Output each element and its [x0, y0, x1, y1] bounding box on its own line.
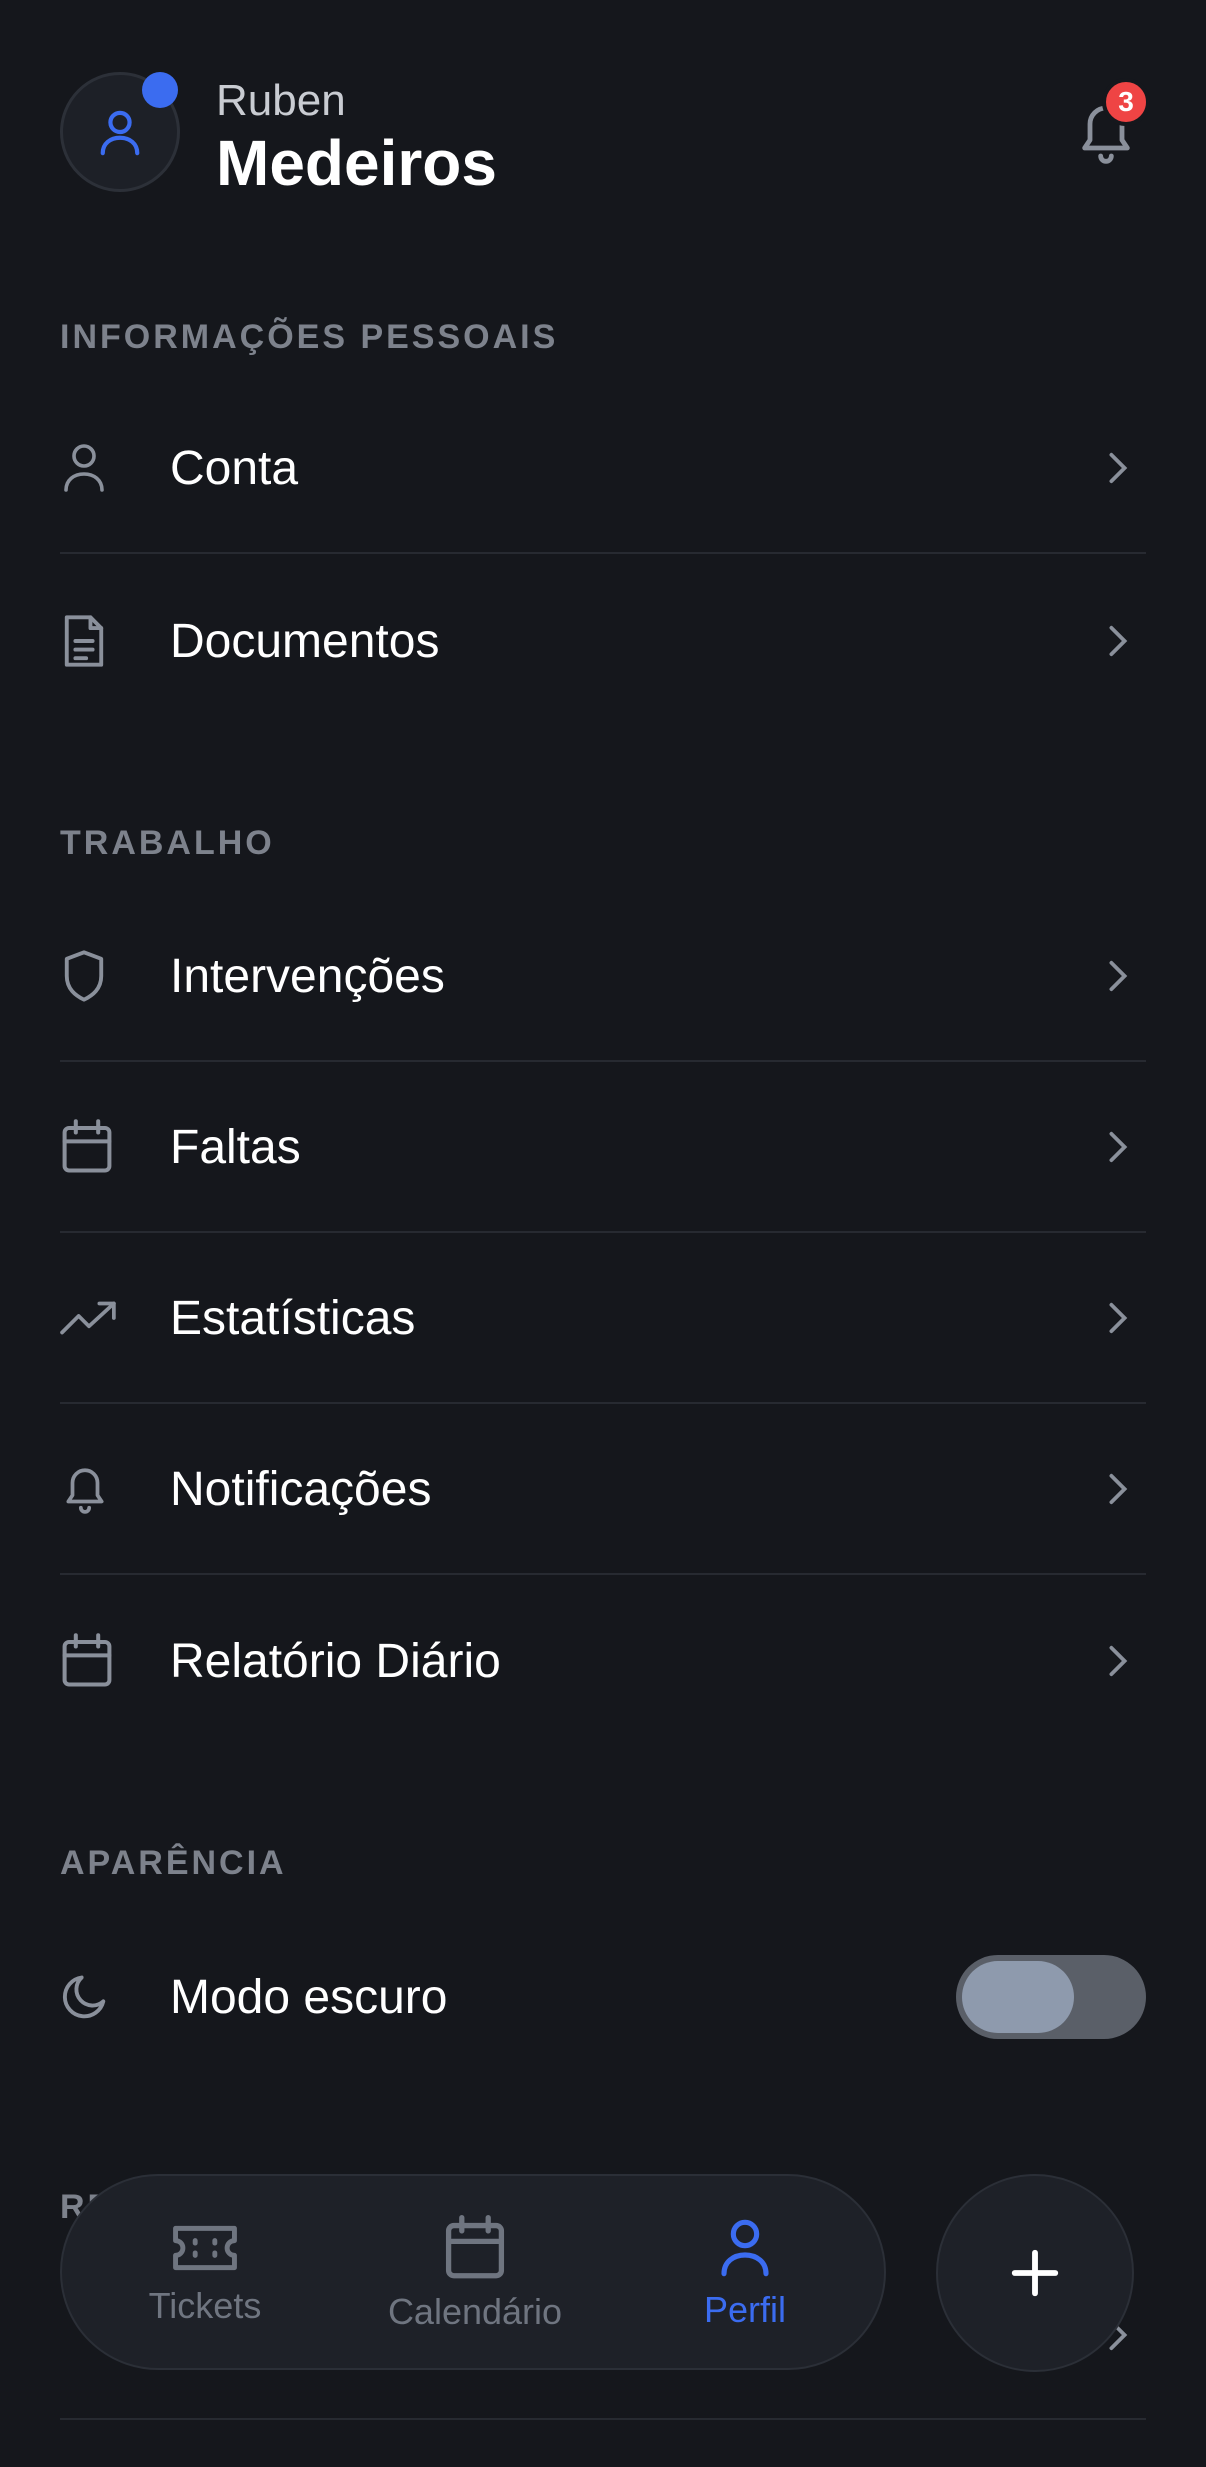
notification-badge: 3 [1102, 78, 1150, 126]
nav-label-calendar: Calendário [387, 2291, 563, 2332]
menu-item-label: Faltas [170, 1120, 301, 1174]
menu-item-label: Intervenções [170, 949, 445, 1003]
user-icon [721, 2219, 769, 2277]
chevron-right-icon [1098, 448, 1138, 488]
menu-item-documentos[interactable]: Documentos [60, 556, 1146, 726]
add-button[interactable] [936, 2174, 1134, 2372]
bottom-nav: Tickets Calendário Perfil [60, 2174, 886, 2370]
section-title-personal: INFORMAÇÕES PESSOAIS [60, 318, 559, 356]
chevron-right-icon [1098, 956, 1138, 996]
toggle-knob [962, 1961, 1074, 2033]
moon-icon [60, 1967, 120, 2027]
nav-label-profile: Perfil [703, 2289, 787, 2330]
dark-mode-row: Modo escuro [60, 1912, 1146, 2082]
chevron-right-icon [1098, 1298, 1138, 1338]
section-title-appearance: APARÊNCIA [60, 1844, 287, 1882]
nav-tab-calendar[interactable]: Calendário [350, 2176, 600, 2372]
menu-item-label: Notificações [170, 1462, 432, 1516]
calendar-icon [445, 2215, 505, 2279]
section-title-work: TRABALHO [60, 824, 275, 862]
chevron-right-icon [1098, 1469, 1138, 1509]
dark-mode-toggle[interactable] [956, 1955, 1146, 2039]
document-icon [60, 611, 120, 671]
profile-header: Ruben Medeiros 3 [60, 72, 1150, 199]
user-first-name: Ruben [216, 76, 346, 125]
user-icon [100, 110, 140, 156]
menu-item-relatorio-diario[interactable]: Relatório Diário [60, 1576, 1146, 1746]
nav-tab-tickets[interactable]: Tickets [80, 2176, 330, 2372]
calendar-icon [60, 1631, 120, 1691]
menu-item-label: Conta [170, 441, 299, 495]
menu-item-conta[interactable]: Conta [60, 384, 1146, 554]
menu-item-label: Documentos [170, 614, 440, 668]
menu-item-estatisticas[interactable]: Estatísticas [60, 1234, 1146, 1404]
menu-item-notificacoes[interactable]: Notificações [60, 1405, 1146, 1575]
menu-item-label: Relatório Diário [170, 1634, 501, 1688]
nav-label-tickets: Tickets [148, 2285, 262, 2326]
chevron-right-icon [1098, 621, 1138, 661]
notifications-button[interactable]: 3 [1066, 78, 1150, 172]
user-last-name: Medeiros [216, 127, 497, 199]
ticket-icon [173, 2225, 237, 2271]
trending-up-icon [60, 1288, 120, 1348]
menu-item-intervencoes[interactable]: Intervenções [60, 892, 1146, 1062]
plus-icon [1011, 2249, 1059, 2297]
nav-tab-profile[interactable]: Perfil [620, 2176, 870, 2372]
chevron-right-icon [1098, 1127, 1138, 1167]
bell-icon [60, 1459, 120, 1519]
shield-icon [60, 946, 120, 1006]
menu-item-label: Estatísticas [170, 1291, 416, 1345]
chevron-right-icon [1098, 1641, 1138, 1681]
user-icon [60, 438, 120, 498]
dark-mode-label: Modo escuro [170, 1970, 448, 2024]
calendar-icon [60, 1117, 120, 1177]
menu-item-faltas[interactable]: Faltas [60, 1063, 1146, 1233]
online-status-dot [142, 72, 178, 108]
